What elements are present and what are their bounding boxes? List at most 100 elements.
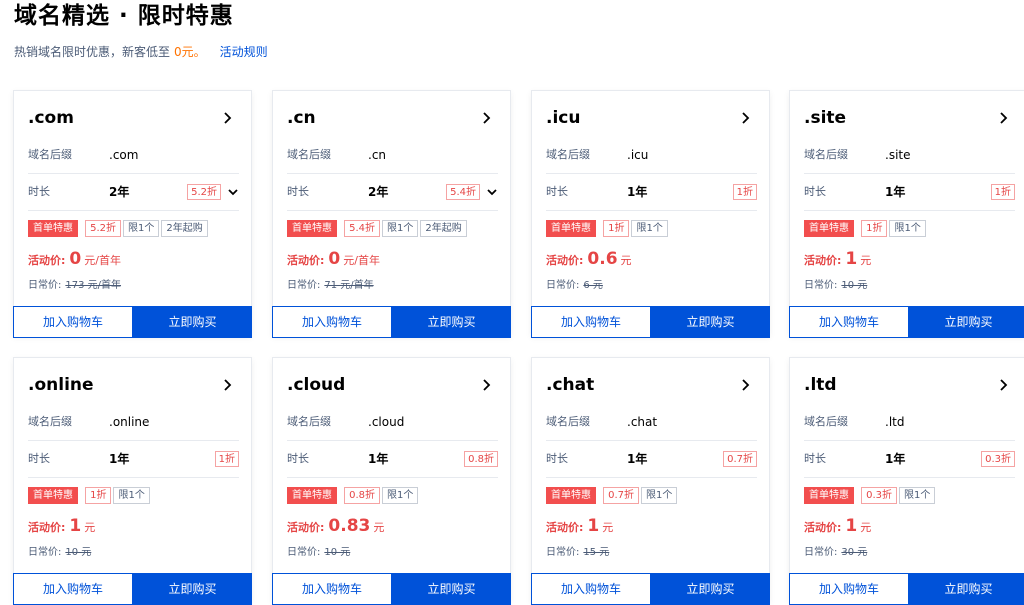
card-header[interactable]: .ltd bbox=[804, 374, 1015, 396]
chevron-right-icon[interactable] bbox=[478, 110, 494, 126]
activity-price-row: 活动价: 0 元/首年 bbox=[28, 249, 121, 273]
chevron-right-icon[interactable] bbox=[995, 110, 1011, 126]
card-header[interactable]: .com bbox=[28, 107, 239, 129]
chevron-right-icon[interactable] bbox=[737, 377, 753, 393]
duration-row[interactable]: 时长 1年 0.8折 bbox=[287, 441, 498, 478]
activity-price-label: 活动价: bbox=[546, 254, 584, 267]
activity-price-label: 活动价: bbox=[287, 254, 325, 267]
duration-value[interactable]: 1年 bbox=[885, 174, 905, 210]
suffix-row: 域名后缀 .chat bbox=[546, 404, 757, 441]
card-header[interactable]: .cloud bbox=[287, 374, 498, 396]
buy-now-button[interactable]: 立即购买 bbox=[392, 306, 511, 338]
buy-now-button[interactable]: 立即购买 bbox=[133, 573, 252, 605]
discount-badge: 0.3折 bbox=[981, 451, 1015, 467]
add-to-cart-button[interactable]: 加入购物车 bbox=[272, 306, 392, 338]
first-order-tag: 首单特惠 bbox=[804, 487, 854, 504]
add-to-cart-button[interactable]: 加入购物车 bbox=[789, 573, 909, 605]
first-order-tag: 首单特惠 bbox=[287, 487, 337, 504]
duration-value[interactable]: 1年 bbox=[368, 441, 388, 477]
card-actions: 加入购物车 立即购买 bbox=[531, 573, 770, 605]
buy-now-button[interactable]: 立即购买 bbox=[651, 573, 770, 605]
regular-price-value: 30 元 bbox=[841, 547, 868, 558]
card-header[interactable]: .icu bbox=[546, 107, 757, 129]
regular-price-row: 日常价: 6 元 bbox=[546, 276, 603, 291]
domain-title: .com bbox=[28, 108, 74, 128]
regular-price-value: 10 元 bbox=[65, 547, 92, 558]
buy-now-button[interactable]: 立即购买 bbox=[909, 573, 1024, 605]
chevron-down-icon[interactable] bbox=[227, 186, 239, 198]
chevron-right-icon[interactable] bbox=[478, 377, 494, 393]
duration-value[interactable]: 1年 bbox=[109, 441, 129, 477]
domain-card-icu: .icu 域名后缀 .icu 时长 1年 1折 首单特惠 1折 限1个 活动价: 0… bbox=[531, 90, 770, 338]
add-to-cart-button[interactable]: 加入购物车 bbox=[13, 573, 133, 605]
duration-row[interactable]: 时长 1年 0.3折 bbox=[804, 441, 1015, 478]
activity-price-label: 活动价: bbox=[28, 254, 66, 267]
card-header[interactable]: .chat bbox=[546, 374, 757, 396]
activity-price-unit: 元 bbox=[860, 521, 872, 534]
duration-row[interactable]: 时长 1年 0.7折 bbox=[546, 441, 757, 478]
regular-price-label: 日常价: bbox=[287, 547, 321, 558]
regular-price-row: 日常价: 10 元 bbox=[804, 276, 867, 291]
buy-now-button[interactable]: 立即购买 bbox=[651, 306, 770, 338]
domain-title: .online bbox=[28, 375, 94, 395]
duration-value[interactable]: 1年 bbox=[627, 441, 647, 477]
domain-title: .cloud bbox=[287, 375, 346, 395]
duration-label: 时长 bbox=[287, 185, 309, 198]
duration-label: 时长 bbox=[804, 452, 826, 465]
duration-value[interactable]: 1年 bbox=[627, 174, 647, 210]
buy-now-button[interactable]: 立即购买 bbox=[392, 573, 511, 605]
regular-price-label: 日常价: bbox=[28, 547, 62, 558]
activity-price-unit: 元/首年 bbox=[84, 254, 121, 267]
limit-tag: 限1个 bbox=[382, 487, 419, 504]
chevron-down-icon[interactable] bbox=[486, 186, 498, 198]
duration-value[interactable]: 2年 bbox=[368, 174, 388, 210]
add-to-cart-button[interactable]: 加入购物车 bbox=[789, 306, 909, 338]
activity-rules-link[interactable]: 活动规则 bbox=[220, 45, 268, 59]
suffix-row: 域名后缀 .site bbox=[804, 137, 1015, 174]
suffix-value: .cn bbox=[368, 148, 387, 162]
tag-list: 首单特惠 0.3折 限1个 bbox=[804, 487, 937, 504]
suffix-row: 域名后缀 .cn bbox=[287, 137, 498, 174]
duration-value[interactable]: 1年 bbox=[885, 441, 905, 477]
duration-label: 时长 bbox=[804, 185, 826, 198]
card-actions: 加入购物车 立即购买 bbox=[13, 306, 252, 338]
regular-price-row: 日常价: 15 元 bbox=[546, 543, 609, 558]
buy-now-button[interactable]: 立即购买 bbox=[909, 306, 1024, 338]
discount-badge: 0.8折 bbox=[464, 451, 498, 467]
limit-tag: 限1个 bbox=[631, 220, 668, 237]
duration-row[interactable]: 时长 1年 1折 bbox=[546, 174, 757, 211]
tag-list: 首单特惠 0.8折 限1个 bbox=[287, 487, 420, 504]
chevron-right-icon[interactable] bbox=[737, 110, 753, 126]
add-to-cart-button[interactable]: 加入购物车 bbox=[531, 306, 651, 338]
add-to-cart-button[interactable]: 加入购物车 bbox=[531, 573, 651, 605]
suffix-label: 域名后缀 bbox=[28, 415, 72, 428]
buy-now-button[interactable]: 立即购买 bbox=[133, 306, 252, 338]
activity-price-value: 0.6 bbox=[587, 249, 618, 269]
suffix-value: .com bbox=[109, 148, 139, 162]
card-header[interactable]: .site bbox=[804, 107, 1015, 129]
tag-list: 首单特惠 5.4折 限1个 2年起购 bbox=[287, 220, 469, 237]
duration-row[interactable]: 时长 1年 1折 bbox=[28, 441, 239, 478]
chevron-right-icon[interactable] bbox=[219, 110, 235, 126]
activity-price-value: 0 bbox=[69, 249, 82, 269]
activity-price-unit: 元 bbox=[602, 521, 614, 534]
limit-tag: 限1个 bbox=[889, 220, 926, 237]
suffix-value: .online bbox=[109, 415, 150, 429]
duration-row[interactable]: 时长 2年 5.2折 bbox=[28, 174, 239, 211]
duration-row[interactable]: 时长 2年 5.4折 bbox=[287, 174, 498, 211]
card-header[interactable]: .online bbox=[28, 374, 239, 396]
chevron-right-icon[interactable] bbox=[995, 377, 1011, 393]
chevron-right-icon[interactable] bbox=[219, 377, 235, 393]
add-to-cart-button[interactable]: 加入购物车 bbox=[13, 306, 133, 338]
duration-label: 时长 bbox=[28, 452, 50, 465]
duration-value[interactable]: 2年 bbox=[109, 174, 129, 210]
activity-price-row: 活动价: 1 元 bbox=[804, 249, 871, 273]
add-to-cart-button[interactable]: 加入购物车 bbox=[272, 573, 392, 605]
suffix-value: .icu bbox=[627, 148, 649, 162]
limit-tag: 限1个 bbox=[899, 487, 936, 504]
card-actions: 加入购物车 立即购买 bbox=[272, 573, 511, 605]
card-header[interactable]: .cn bbox=[287, 107, 498, 129]
regular-price-row: 日常价: 10 元 bbox=[28, 543, 91, 558]
duration-row[interactable]: 时长 1年 1折 bbox=[804, 174, 1015, 211]
suffix-value: .ltd bbox=[885, 415, 905, 429]
